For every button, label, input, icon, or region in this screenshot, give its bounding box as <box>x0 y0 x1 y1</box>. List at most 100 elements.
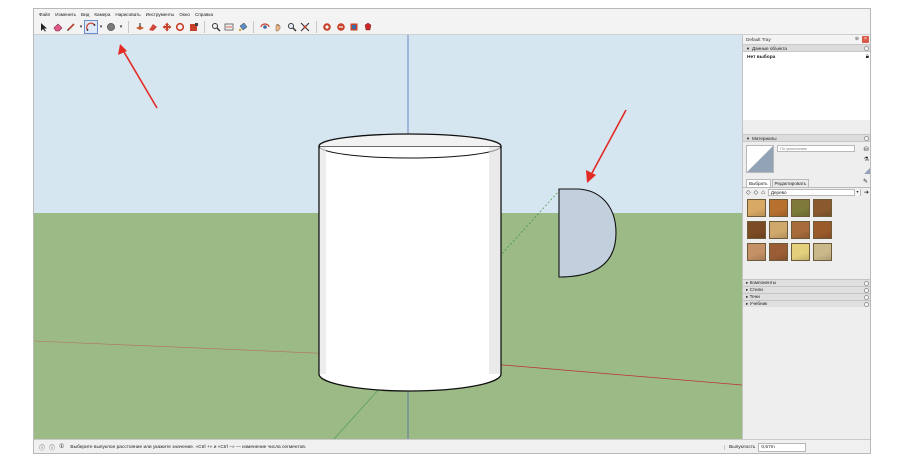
menu-edit[interactable]: Изменить <box>55 12 76 17</box>
tab-edit[interactable]: Редактировать <box>771 179 810 187</box>
collapse-arrow-icon: ▼ <box>746 135 750 141</box>
pan-icon[interactable] <box>272 21 284 33</box>
chevron-down-icon[interactable]: ▼ <box>853 189 860 196</box>
sample-paint-icon[interactable]: ⚗ <box>864 156 869 163</box>
close-icon[interactable]: × <box>862 36 869 43</box>
rotate-icon[interactable] <box>174 21 186 33</box>
measurements-box: Выпуклость 0,57m <box>724 443 807 452</box>
forward-icon[interactable]: ◇ <box>754 189 759 196</box>
menu-draw[interactable]: Нарисовать <box>115 12 140 17</box>
orbit-icon[interactable] <box>259 21 271 33</box>
material-swatch-grid <box>743 197 870 269</box>
material-swatch[interactable] <box>813 221 832 239</box>
panel-close-icon[interactable] <box>864 287 869 293</box>
entity-info-value: Нет выбора <box>747 55 776 60</box>
material-swatch[interactable] <box>747 221 766 239</box>
measurements-label: Выпуклость <box>724 445 755 450</box>
measurements-input[interactable]: 0,57m <box>758 443 807 452</box>
toolbar-separator <box>253 20 254 33</box>
menu-help[interactable]: Справка <box>195 12 213 17</box>
back-icon[interactable]: ◇ <box>746 189 751 196</box>
materials-nav: ◇ ◇ ⌂ Дерево ▼ ➔ <box>743 187 870 197</box>
cylinder[interactable] <box>318 133 502 392</box>
tab-select[interactable]: Выбрать <box>746 179 771 187</box>
panel-close-icon[interactable] <box>864 301 869 307</box>
eraser-icon[interactable] <box>52 21 64 33</box>
dimension-icon[interactable] <box>223 21 235 33</box>
material-swatch[interactable] <box>791 199 810 217</box>
default-tray: Default Tray ⊕ × ▼ Данные объекта Нет выб… <box>742 35 870 439</box>
material-swatch[interactable] <box>769 221 788 239</box>
eyedropper-icon[interactable]: ✎ <box>863 178 868 185</box>
default-material-icon[interactable] <box>864 168 870 174</box>
pencil-line-icon[interactable] <box>65 21 77 33</box>
circle-tool-icon[interactable] <box>105 21 117 33</box>
panel-close-icon[interactable] <box>864 135 869 141</box>
arc-tool-icon[interactable] <box>84 19 98 34</box>
menu-tools[interactable]: Инструменты <box>146 12 175 17</box>
warehouse-icon[interactable] <box>321 21 333 33</box>
material-name-field[interactable]: По умолчанию <box>777 145 855 152</box>
scale-icon[interactable] <box>188 21 200 33</box>
menu-file[interactable]: Файл <box>39 12 50 17</box>
material-swatch[interactable] <box>769 243 788 261</box>
geolocation-icon[interactable]: ⓘ <box>39 443 45 452</box>
material-swatch[interactable] <box>813 243 832 261</box>
library-select-value: Дерево <box>770 190 787 195</box>
lock-icon[interactable]: 🔒︎ <box>866 54 869 61</box>
details-icon[interactable]: ➔ <box>864 189 869 196</box>
panel-label: Тени <box>749 294 760 299</box>
collapsed-panel-shadows[interactable]: ▸ Тени <box>743 293 870 300</box>
materials-tabs: Выбрать Редактировать ✎ <box>743 178 870 187</box>
extension-icon[interactable] <box>348 21 360 33</box>
material-swatch[interactable] <box>747 243 766 261</box>
collapsed-panel-styles[interactable]: ▸ Стили <box>743 286 870 293</box>
material-preview: По умолчанию ⛁ ⚗ <box>743 142 870 176</box>
tray-title-bar: Default Tray ⊕ × <box>743 35 870 44</box>
material-swatch[interactable] <box>769 199 788 217</box>
library-select[interactable]: Дерево ▼ <box>767 189 861 196</box>
entity-info-header[interactable]: ▼ Данные объекта <box>743 44 870 52</box>
material-swatch[interactable] <box>791 243 810 261</box>
zoom-icon[interactable] <box>286 21 298 33</box>
scene-canvas[interactable] <box>34 35 742 439</box>
pushpull-icon[interactable] <box>134 21 146 33</box>
panel-close-icon[interactable] <box>864 45 869 51</box>
status-bar: ⓘ ⓘ ① Выберите выпуклое расстояние или у… <box>34 439 870 453</box>
drawing-viewport[interactable] <box>34 35 742 439</box>
menu-view[interactable]: Вид <box>81 12 89 17</box>
collapsed-panel-components[interactable]: ▸ Компоненты <box>743 279 870 286</box>
zoom-extents-icon[interactable] <box>299 21 311 33</box>
ruby-icon[interactable] <box>362 21 374 33</box>
create-material-icon[interactable]: ⛁ <box>864 146 869 153</box>
material-swatch[interactable] <box>747 199 766 217</box>
entity-info-title: Данные объекта <box>751 45 787 51</box>
paint-bucket-icon[interactable] <box>237 21 249 33</box>
pin-icon[interactable]: ⊕ <box>854 36 860 42</box>
share-model-icon[interactable] <box>335 21 347 33</box>
credits-icon[interactable]: ⓘ <box>49 443 55 452</box>
panel-close-icon[interactable] <box>864 280 869 286</box>
home-icon[interactable]: ⌂ <box>761 190 765 196</box>
chevron-down-icon[interactable]: ▾ <box>99 21 104 33</box>
chevron-down-icon[interactable]: ▾ <box>79 21 84 33</box>
move-icon[interactable] <box>161 21 173 33</box>
materials-header[interactable]: ▼ Материалы <box>743 134 870 142</box>
main-toolbar: ▾ ▾ ▾ <box>34 19 870 35</box>
material-swatch[interactable] <box>813 199 832 217</box>
select-arrow-icon[interactable] <box>38 21 50 33</box>
material-swatch[interactable] <box>791 221 810 239</box>
chevron-down-icon[interactable]: ▾ <box>119 21 124 33</box>
instructor-icon[interactable]: ① <box>59 443 64 452</box>
menu-camera[interactable]: Камера <box>94 12 110 17</box>
panel-close-icon[interactable] <box>864 294 869 300</box>
panel-label: Компоненты <box>749 280 777 285</box>
toolbar-separator <box>204 20 205 33</box>
tape-measure-icon[interactable] <box>210 21 222 33</box>
followme-icon[interactable] <box>147 21 159 33</box>
menu-bar: Файл Изменить Вид Камера Нарисовать Инст… <box>34 9 870 19</box>
menu-window[interactable]: Окно <box>179 12 190 17</box>
collapsed-panel-instructor[interactable]: ▸ Учебник <box>743 300 870 307</box>
panel-label: Учебник <box>749 301 768 306</box>
sketchup-window: Файл Изменить Вид Камера Нарисовать Инст… <box>33 8 871 454</box>
